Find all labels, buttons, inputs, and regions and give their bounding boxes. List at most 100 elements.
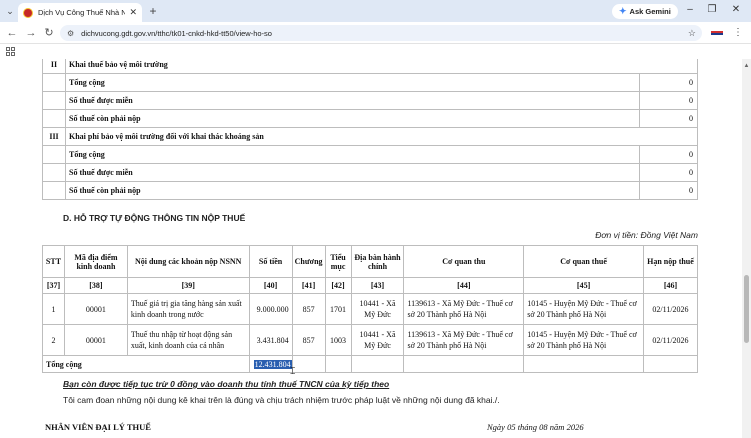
cell-content: Thuế thu nhập từ hoạt động sản xuất, kin… — [126, 324, 250, 356]
row-value: 0 — [639, 181, 698, 200]
row-value: 0 — [639, 109, 698, 128]
cell-amount: 9.000.000 — [248, 293, 293, 325]
commitment-note: Tôi cam đoan những nội dung kê khai trên… — [63, 395, 500, 405]
bookmark-star-icon[interactable]: ☆ — [688, 28, 696, 39]
row-label: Tổng cộng — [65, 145, 640, 164]
section-title: Khai thuế bảo vệ môi trường — [65, 59, 698, 74]
row-label: Số thuế được miễn — [65, 91, 640, 110]
cell-subitem: 1003 — [324, 324, 352, 356]
table-row: 2 00001 Thuế thu nhập từ hoạt động sản x… — [42, 324, 699, 356]
total-row: Tổng cộng 12.431.804 — [42, 355, 699, 373]
col-header-location: Mã địa điểm kinh doanh — [63, 245, 128, 278]
close-tab-icon[interactable]: ✕ — [129, 7, 137, 18]
row-value: 0 — [639, 145, 698, 164]
row-label: Số thuế còn phải nộp — [65, 109, 640, 128]
scrollbar-thumb[interactable] — [744, 275, 749, 343]
extension-flag-icon[interactable] — [711, 31, 723, 35]
col-code: [43] — [350, 277, 405, 294]
reload-icon[interactable]: ↻ — [42, 26, 56, 40]
cell-content: Thuế giá trị gia tăng hàng sản xuất kinh… — [126, 293, 250, 325]
row-label: Số thuế còn phải nộp — [65, 181, 640, 200]
col-header-content: Nội dung các khoản nộp NSNN — [126, 245, 250, 278]
url-text: dichvucong.gdt.gov.vn/tthc/tk01-cnkd-hkd… — [81, 28, 272, 38]
section-number: III — [42, 127, 66, 146]
cell-subitem: 1701 — [324, 293, 352, 325]
section-title: Khai phí bảo vệ môi trường đối với khai … — [65, 127, 698, 146]
site-info-icon[interactable]: ⚙ — [67, 29, 74, 38]
row-label: Tổng cộng — [65, 73, 640, 92]
currency-unit: Đơn vị tiền: Đồng Việt Nam — [595, 230, 698, 240]
col-header-collector: Cơ quan thu — [403, 245, 525, 278]
row-value: 0 — [639, 91, 698, 110]
col-code: [37] — [42, 277, 65, 294]
menu-icon[interactable]: ⋮ — [733, 27, 743, 38]
col-code: [42] — [324, 277, 352, 294]
cell-location: 00001 — [63, 293, 128, 325]
cell-amount: 3.431.804 — [248, 324, 293, 356]
apps-grid-icon[interactable] — [6, 47, 15, 56]
site-favicon-icon — [23, 7, 33, 18]
cell-collector: 1139613 - Xã Mỹ Đức - Thuế cơ sở 20 Thàn… — [403, 324, 525, 356]
tab-strip: ⌄ Dịch Vụ Công Thuế Nhà Nước ✕ + ✦ Ask G… — [0, 0, 751, 22]
cell-deadline: 02/11/2026 — [642, 324, 699, 356]
cell-collector: 1139613 - Xã Mỹ Đức - Thuế cơ sở 20 Thàn… — [403, 293, 525, 325]
col-code: [45] — [523, 277, 644, 294]
omnibox[interactable]: ⚙ dichvucong.gdt.gov.vn/tthc/tk01-cnkd-h… — [60, 25, 702, 41]
scroll-up-icon[interactable]: ▲ — [742, 63, 751, 69]
col-header-amount: Số tiền — [248, 245, 293, 278]
section-number: II — [42, 59, 66, 74]
col-code: [46] — [642, 277, 699, 294]
cell-area: 10441 - Xã Mỹ Đức — [350, 293, 405, 325]
payment-info-table: STT Mã địa điểm kinh doanh Nội dung các … — [42, 245, 699, 373]
close-window-icon[interactable]: ✕ — [729, 4, 743, 15]
col-header-tax-office: Cơ quan thuế — [523, 245, 644, 278]
page-content: II Khai thuế bảo vệ môi trường Tổng cộng… — [0, 59, 742, 438]
cell-stt: 2 — [42, 324, 65, 356]
tab-search-icon[interactable]: ⌄ — [4, 5, 16, 17]
back-icon[interactable]: ← — [5, 26, 19, 40]
col-header-stt: STT — [42, 245, 65, 278]
cell-location: 00001 — [63, 324, 128, 356]
address-bar: ← → ↻ ⚙ dichvucong.gdt.gov.vn/tthc/tk01-… — [0, 22, 751, 44]
row-label: Số thuế được miễn — [65, 163, 640, 182]
minimize-icon[interactable]: – — [683, 4, 697, 15]
tab-title: Dịch Vụ Công Thuế Nhà Nước — [38, 8, 126, 17]
col-header-deadline: Hạn nộp thuế — [642, 245, 699, 278]
row-value: 0 — [639, 163, 698, 182]
text-cursor-icon: ⌶ — [290, 366, 296, 376]
signature-date: Ngày 05 tháng 08 năm 2026 — [487, 422, 584, 432]
col-code: [40] — [248, 277, 293, 294]
gemini-sparkle-icon: ✦ — [619, 6, 627, 16]
cell-stt: 1 — [42, 293, 65, 325]
row-value: 0 — [639, 73, 698, 92]
col-code: [44] — [403, 277, 525, 294]
total-amount-selected[interactable]: 12.431.804 — [253, 359, 292, 369]
col-header-chapter: Chương — [291, 245, 326, 278]
new-tab-button[interactable]: + — [146, 4, 160, 18]
table-row: 1 00001 Thuế giá trị gia tăng hàng sản x… — [42, 293, 699, 325]
total-amount-cell: 12.431.804 — [248, 355, 293, 373]
bookmarks-bar — [0, 44, 751, 59]
ask-gemini-button[interactable]: ✦ Ask Gemini — [612, 4, 678, 19]
cell-chapter: 857 — [291, 324, 326, 356]
environment-tax-table: II Khai thuế bảo vệ môi trường Tổng cộng… — [42, 59, 698, 200]
staff-signature-label: NHÂN VIÊN ĐẠI LÝ THUẾ — [45, 422, 151, 432]
forward-icon[interactable]: → — [24, 26, 38, 40]
restore-icon[interactable]: ❐ — [705, 4, 719, 15]
cell-tax-office: 10145 - Huyện Mỹ Đức - Thuế cơ sở 20 Thà… — [523, 324, 644, 356]
col-code: [39] — [126, 277, 250, 294]
tab-active[interactable]: Dịch Vụ Công Thuế Nhà Nước ✕ — [18, 3, 142, 22]
total-label: Tổng cộng — [42, 355, 250, 373]
page-scrollbar[interactable]: ▲ — [742, 59, 751, 438]
section-d-title: D. HỖ TRỢ TỰ ĐỘNG THÔNG TIN NỘP THUẾ — [63, 213, 246, 223]
cell-area: 10441 - Xã Mỹ Đức — [350, 324, 405, 356]
carry-over-note: Bạn còn được tiếp tục trừ 0 đồng vào doa… — [63, 379, 390, 389]
col-code: [41] — [291, 277, 326, 294]
cell-chapter: 857 — [291, 293, 326, 325]
col-header-area: Địa bàn hành chính — [350, 245, 405, 278]
cell-deadline: 02/11/2026 — [642, 293, 699, 325]
col-header-subitem: Tiểu mục — [324, 245, 352, 278]
cell-tax-office: 10145 - Huyện Mỹ Đức - Thuế cơ sở 20 Thà… — [523, 293, 644, 325]
ask-gemini-label: Ask Gemini — [629, 7, 671, 16]
col-code: [38] — [63, 277, 128, 294]
